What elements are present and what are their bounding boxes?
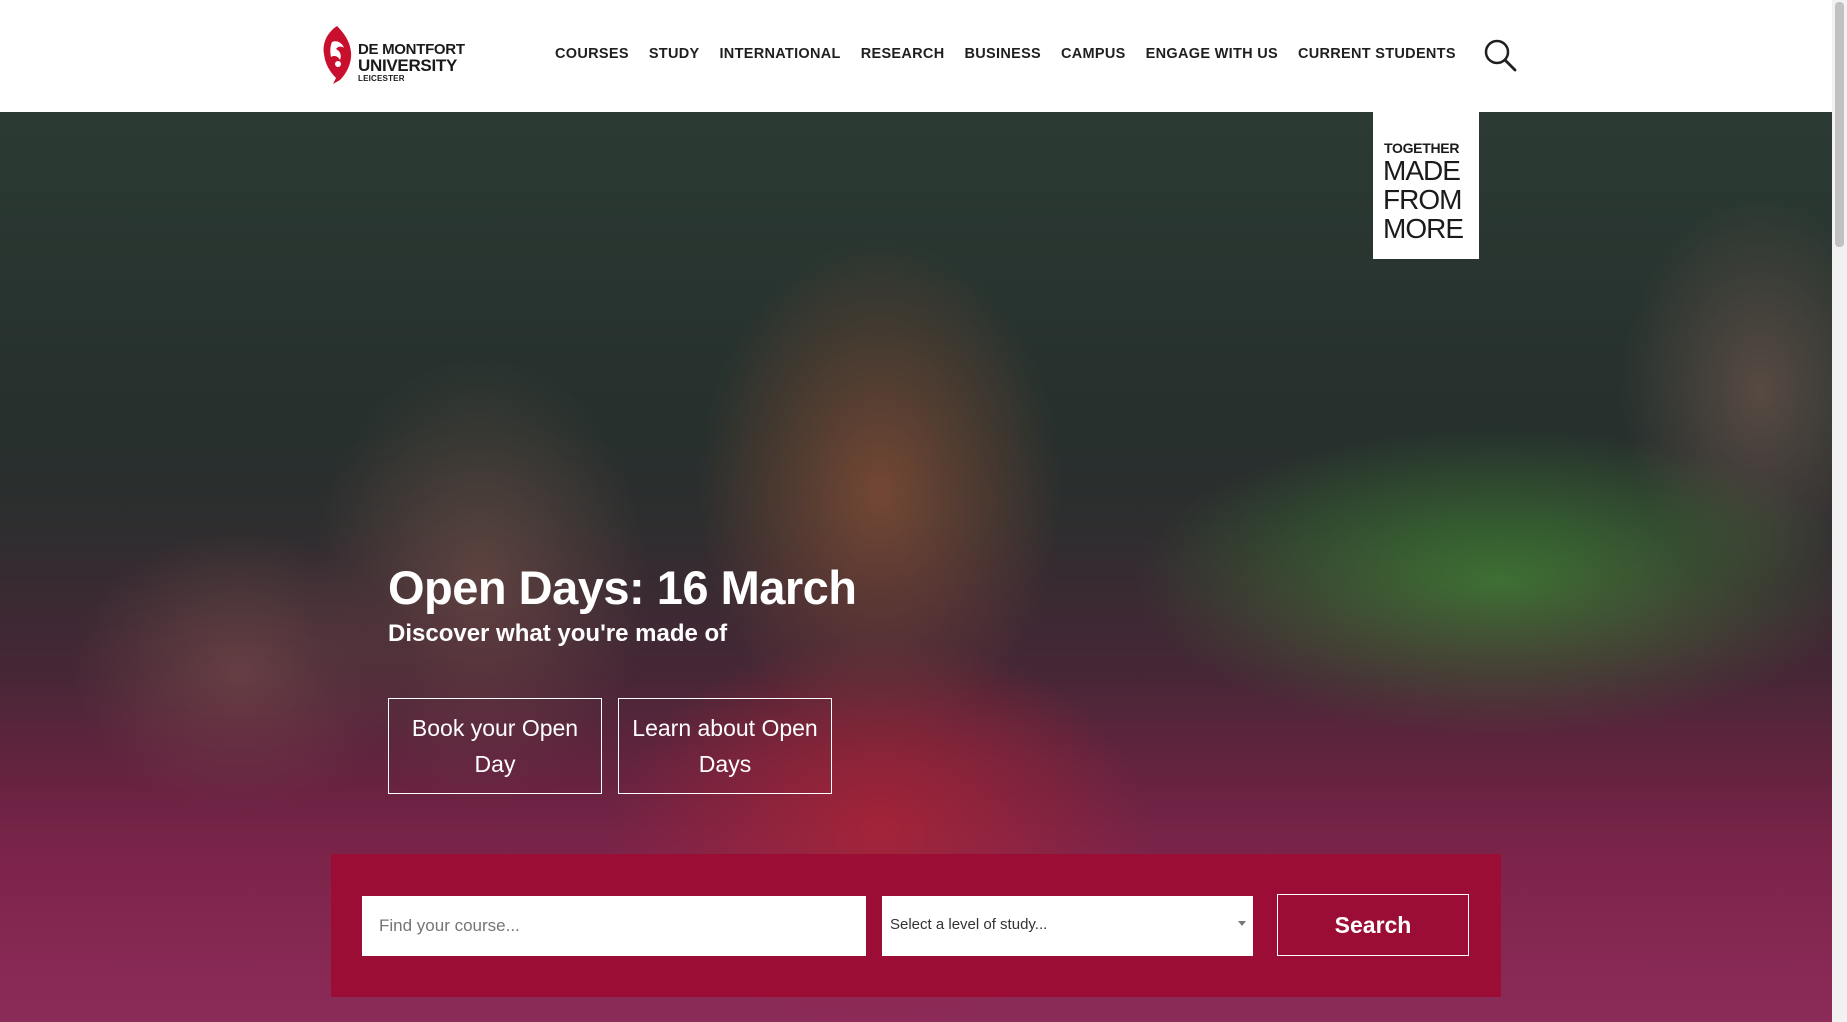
badge-line-3: FROM [1383,184,1462,215]
scrollbar-thumb[interactable] [1835,2,1844,247]
together-made-from-more-badge: TOGETHER MADE FROM MORE [1373,112,1479,259]
badge-line-1: TOGETHER [1384,140,1460,156]
hero-title: Open Days: 16 March [388,561,857,614]
nav-research[interactable]: RESEARCH [861,46,945,62]
chevron-down-icon [1238,921,1246,926]
nav-current-students[interactable]: CURRENT STUDENTS [1298,46,1456,62]
course-search-panel: Select a level of study... Search [331,854,1501,997]
nav-business[interactable]: BUSINESS [964,46,1041,62]
logo-line-2: UNIVERSITY [358,56,458,75]
lion-crest-icon [323,26,352,84]
study-level-select[interactable]: Select a level of study... [882,896,1253,956]
nav-courses[interactable]: COURSES [555,46,629,62]
hero-banner: TOGETHER MADE FROM MORE Open Days: 16 Ma… [0,112,1832,1022]
search-icon[interactable] [1483,38,1517,72]
course-search-button[interactable]: Search [1277,894,1469,956]
nav-campus[interactable]: CAMPUS [1061,46,1126,62]
site-header: DE MONTFORT UNIVERSITY LEICESTER COURSES… [0,0,1832,112]
nav-engage-with-us[interactable]: ENGAGE WITH US [1146,46,1278,62]
university-logo[interactable]: DE MONTFORT UNIVERSITY LEICESTER [318,24,468,86]
logo-line-3: LEICESTER [358,74,405,83]
main-nav: COURSES STUDY INTERNATIONAL RESEARCH BUS… [555,46,1476,62]
hero-subtitle: Discover what you're made of [388,620,728,647]
book-open-day-button[interactable]: Book your Open Day [388,698,602,794]
badge-line-2: MADE [1383,155,1461,186]
nav-study[interactable]: STUDY [649,46,700,62]
badge-lines: MADE FROM MORE [1383,155,1464,244]
nav-international[interactable]: INTERNATIONAL [719,46,840,62]
study-level-select-value: Select a level of study... [890,916,1048,933]
logo-line-1: DE MONTFORT [358,41,465,58]
badge-line-4: MORE [1383,213,1464,244]
course-search-input[interactable] [362,896,866,956]
logo-wordmark: DE MONTFORT UNIVERSITY LEICESTER [358,42,465,83]
learn-about-open-days-button[interactable]: Learn about Open Days [618,698,832,794]
